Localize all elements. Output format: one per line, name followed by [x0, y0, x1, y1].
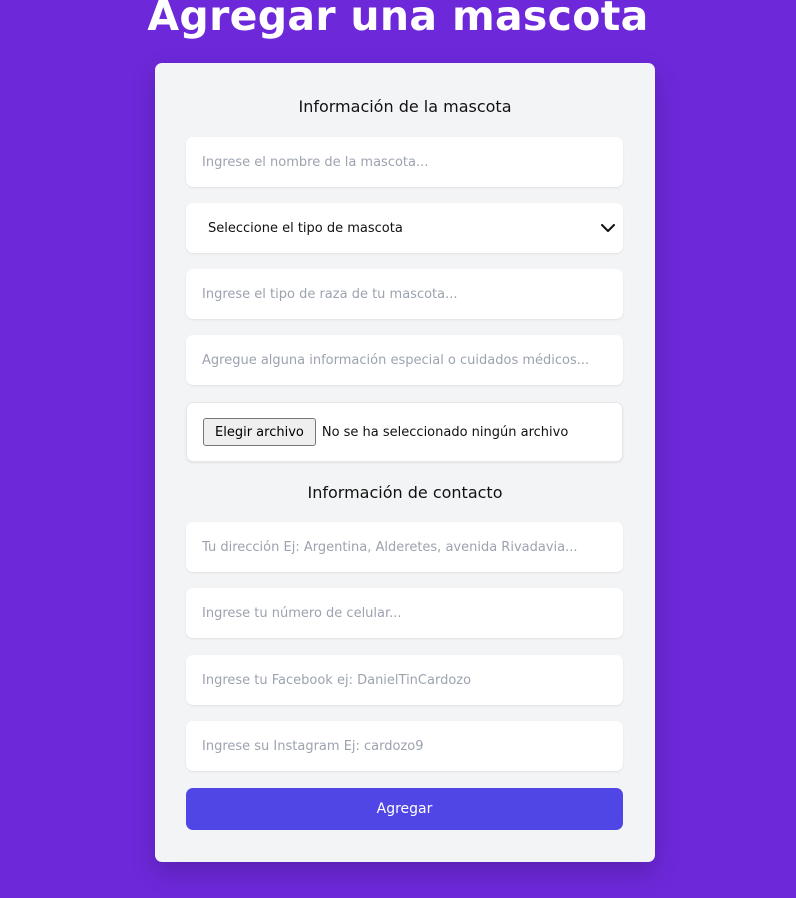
pet-type-select-value: Seleccione el tipo de mascota [208, 220, 403, 236]
pet-name-field-wrapper [186, 137, 623, 187]
add-pet-form: Información de la mascota Seleccione el … [155, 63, 655, 862]
phone-field-wrapper [186, 588, 623, 638]
pet-breed-input[interactable] [186, 269, 623, 319]
pet-name-input[interactable] [186, 137, 623, 187]
pet-photo-file-field: Elegir archivo No se ha seleccionado nin… [186, 402, 623, 462]
page-title: Agregar una mascota [147, 0, 649, 40]
contact-info-heading: Información de contacto [307, 483, 503, 502]
pet-type-select[interactable]: Seleccione el tipo de mascota [186, 203, 623, 253]
instagram-field-wrapper [186, 721, 623, 771]
file-status-text: No se ha seleccionado ningún archivo [321, 424, 569, 440]
facebook-field-wrapper [186, 655, 623, 705]
pet-info-input[interactable] [186, 335, 623, 385]
address-input[interactable] [186, 522, 623, 572]
choose-file-button[interactable]: Elegir archivo [203, 418, 316, 446]
chevron-down-icon [599, 219, 617, 237]
instagram-input[interactable] [186, 721, 623, 771]
facebook-input[interactable] [186, 655, 623, 705]
pet-info-field-wrapper [186, 335, 623, 385]
address-field-wrapper [186, 522, 623, 572]
pet-info-heading: Información de la mascota [298, 97, 512, 116]
add-pet-button[interactable]: Agregar [186, 788, 623, 830]
phone-input[interactable] [186, 588, 623, 638]
pet-breed-field-wrapper [186, 269, 623, 319]
